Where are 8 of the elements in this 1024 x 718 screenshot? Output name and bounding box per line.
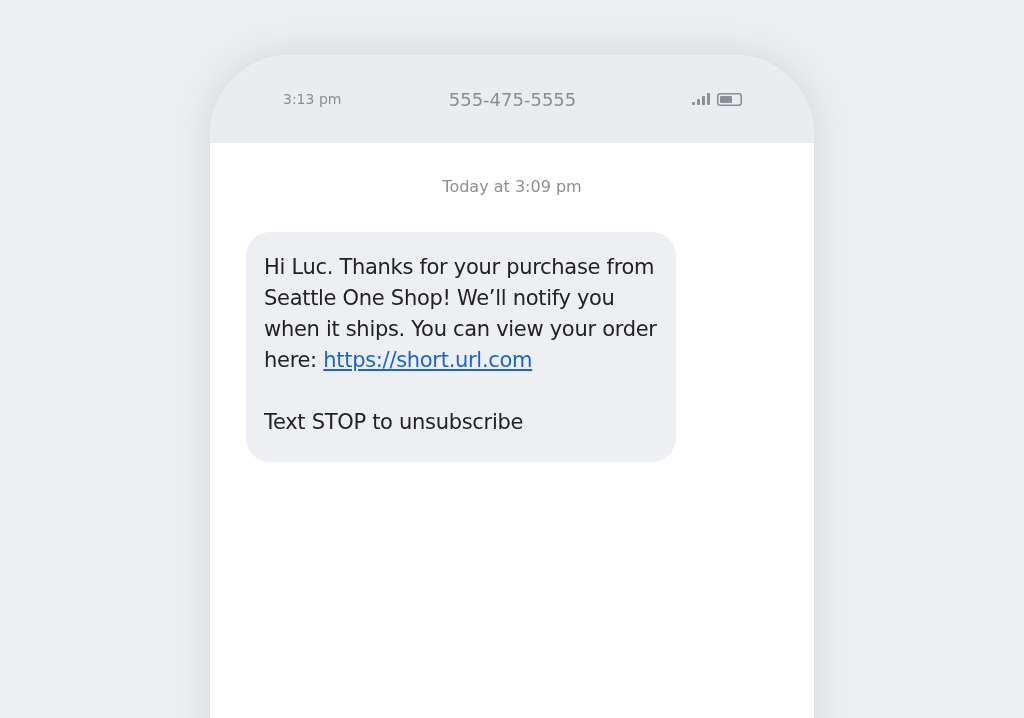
message-timestamp: Today at 3:09 pm bbox=[442, 177, 582, 196]
order-link[interactable]: https://short.url.com bbox=[323, 345, 533, 376]
message-text: Hi Luc. Thanks for your purchase from Seattle One Shop! We’ll notify you when it ships. You can view your order here: https://short.url.com bbox=[264, 252, 658, 376]
unsubscribe-note: Text STOP to unsubscribe bbox=[264, 409, 525, 436]
status-time: 3:13 pm bbox=[283, 91, 342, 107]
battery-icon bbox=[717, 92, 742, 106]
contact-number: 555-475-5555 bbox=[448, 88, 577, 110]
signal-icon bbox=[692, 93, 710, 105]
